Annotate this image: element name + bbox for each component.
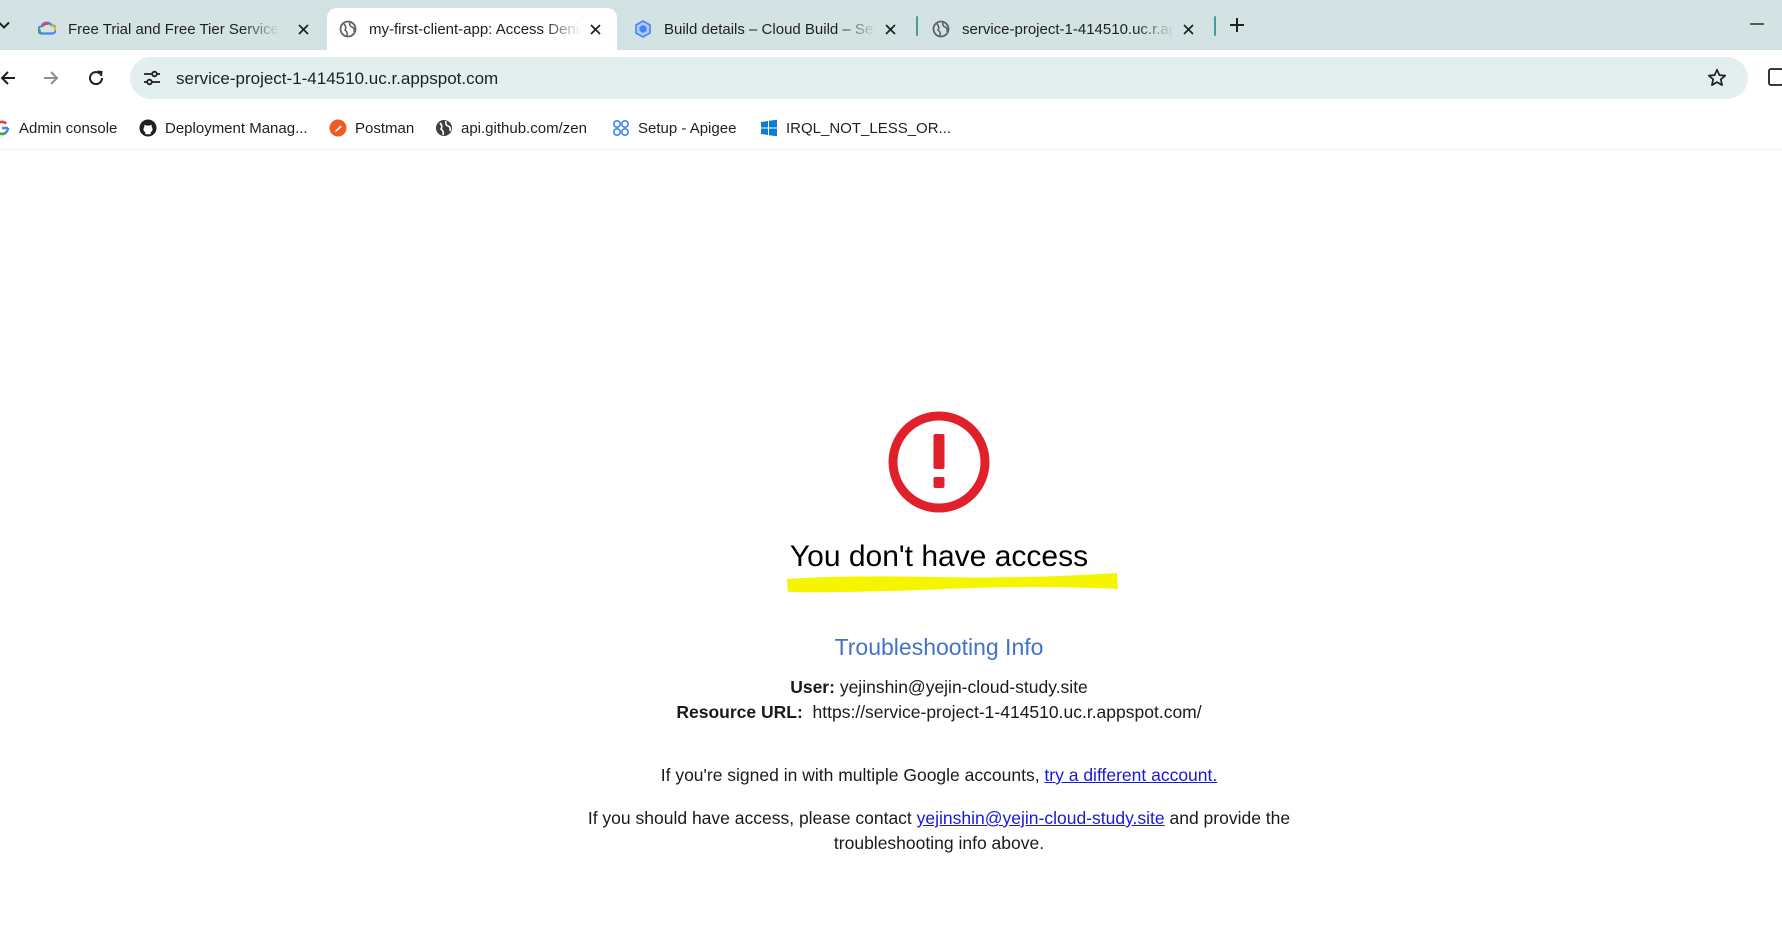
windows-icon bbox=[760, 119, 778, 137]
google-cloud-icon bbox=[38, 20, 56, 38]
new-tab-button[interactable] bbox=[1225, 13, 1249, 37]
globe-icon bbox=[932, 20, 950, 38]
close-tab-icon[interactable] bbox=[587, 21, 603, 37]
tab-cloud-build[interactable]: Build details – Cloud Build – Service bbox=[622, 8, 912, 50]
reload-button[interactable] bbox=[82, 64, 110, 92]
resource-url-label: Resource URL: bbox=[676, 702, 803, 722]
back-arrow-icon bbox=[0, 71, 15, 85]
tab-title: Free Trial and Free Tier Services bbox=[68, 20, 280, 38]
tab-strip: Free Trial and Free Tier Services my-fir… bbox=[0, 0, 1782, 50]
bookmark-setup-apigee[interactable]: Setup - Apigee bbox=[612, 117, 736, 139]
multi-account-text: If you're signed in with multiple Google… bbox=[660, 765, 1045, 785]
bookmark-star-icon[interactable] bbox=[1706, 67, 1728, 89]
apigee-icon bbox=[612, 119, 630, 137]
close-tab-icon[interactable] bbox=[295, 21, 311, 37]
side-panel-icon[interactable] bbox=[1768, 68, 1782, 88]
multi-account-message: If you're signed in with multiple Google… bbox=[0, 763, 1782, 788]
forward-arrow-icon bbox=[44, 71, 59, 85]
site-info-tune-icon[interactable] bbox=[140, 66, 164, 90]
contact-email-link[interactable]: yejinshin@yejin-cloud-study.site bbox=[917, 808, 1165, 828]
bookmark-admin-console[interactable]: Admin console bbox=[0, 117, 117, 139]
user-label: User: bbox=[790, 677, 835, 697]
minimize-window-button[interactable] bbox=[1745, 14, 1769, 34]
bookmark-label: Deployment Manag... bbox=[165, 119, 308, 137]
forward-button[interactable] bbox=[37, 64, 65, 92]
google-g-icon bbox=[0, 119, 11, 137]
contact-text: If you should have access, please contac… bbox=[587, 808, 917, 828]
tab-access-denied[interactable]: my-first-client-app: Access Denied bbox=[327, 8, 617, 50]
url-text[interactable]: service-project-1-414510.uc.r.appspot.co… bbox=[176, 69, 498, 89]
bookmark-deployment-manager[interactable]: Deployment Manag... bbox=[139, 117, 308, 139]
contact-suffix-text: and provide the bbox=[1164, 808, 1291, 828]
plus-icon bbox=[1230, 18, 1244, 32]
bookmark-postman[interactable]: Postman bbox=[329, 117, 414, 139]
user-info-row: User: yejinshin@yejin-cloud-study.site bbox=[0, 677, 1782, 698]
bookmark-label: Setup - Apigee bbox=[638, 119, 737, 137]
try-different-account-link[interactable]: try a different account. bbox=[1044, 765, 1217, 785]
page-content: You don't have access Troubleshooting In… bbox=[0, 150, 1782, 928]
tab-separator bbox=[916, 16, 918, 36]
bookmark-irql[interactable]: IRQL_NOT_LESS_OR... bbox=[760, 117, 951, 139]
tab-appspot[interactable]: service-project-1-414510.uc.r.appspot.co… bbox=[920, 8, 1210, 50]
tab-search-chevron-icon[interactable] bbox=[0, 14, 14, 36]
bookmark-label: Postman bbox=[355, 119, 415, 137]
user-value: yejinshin@yejin-cloud-study.site bbox=[839, 677, 1088, 697]
bookmark-label: api.github.com/zen bbox=[461, 119, 587, 137]
github-icon bbox=[139, 119, 157, 137]
access-denied-headline: You don't have access bbox=[789, 540, 1089, 573]
contact-message: If you should have access, please contac… bbox=[0, 806, 1782, 856]
globe-icon bbox=[339, 20, 357, 38]
tab-title: my-first-client-app: Access Denied bbox=[369, 20, 581, 38]
browser-toolbar: service-project-1-414510.uc.r.appspot.co… bbox=[0, 50, 1782, 106]
close-tab-icon[interactable] bbox=[1180, 21, 1196, 37]
tab-title: service-project-1-414510.uc.r.appspot.co… bbox=[962, 20, 1174, 38]
tab-title: Build details – Cloud Build – Service bbox=[664, 20, 876, 38]
back-button[interactable] bbox=[0, 64, 22, 92]
troubleshooting-title: Troubleshooting Info bbox=[834, 634, 1044, 660]
resource-url-value: https://service-project-1-414510.uc.r.ap… bbox=[812, 702, 1202, 722]
close-tab-icon[interactable] bbox=[882, 21, 898, 37]
resource-url-row: Resource URL: https://service-project-1-… bbox=[0, 702, 1782, 723]
reload-icon bbox=[89, 70, 104, 86]
bookmark-label: IRQL_NOT_LESS_OR... bbox=[786, 119, 952, 137]
bookmark-label: Admin console bbox=[19, 119, 118, 137]
postman-icon bbox=[329, 119, 347, 137]
tab-free-trial[interactable]: Free Trial and Free Tier Services bbox=[30, 8, 325, 50]
address-bar[interactable]: service-project-1-414510.uc.r.appspot.co… bbox=[130, 57, 1748, 99]
error-exclamation-icon bbox=[888, 411, 990, 513]
tab-separator bbox=[1214, 16, 1216, 36]
bookmark-github-zen[interactable]: api.github.com/zen bbox=[435, 117, 587, 139]
cloud-build-icon bbox=[634, 20, 652, 38]
minimize-icon bbox=[1750, 23, 1764, 25]
contact-line2-text: troubleshooting info above. bbox=[833, 833, 1045, 853]
bookmarks-bar: Admin console Deployment Manag... Postma… bbox=[0, 106, 1782, 150]
globe-icon bbox=[435, 119, 453, 137]
